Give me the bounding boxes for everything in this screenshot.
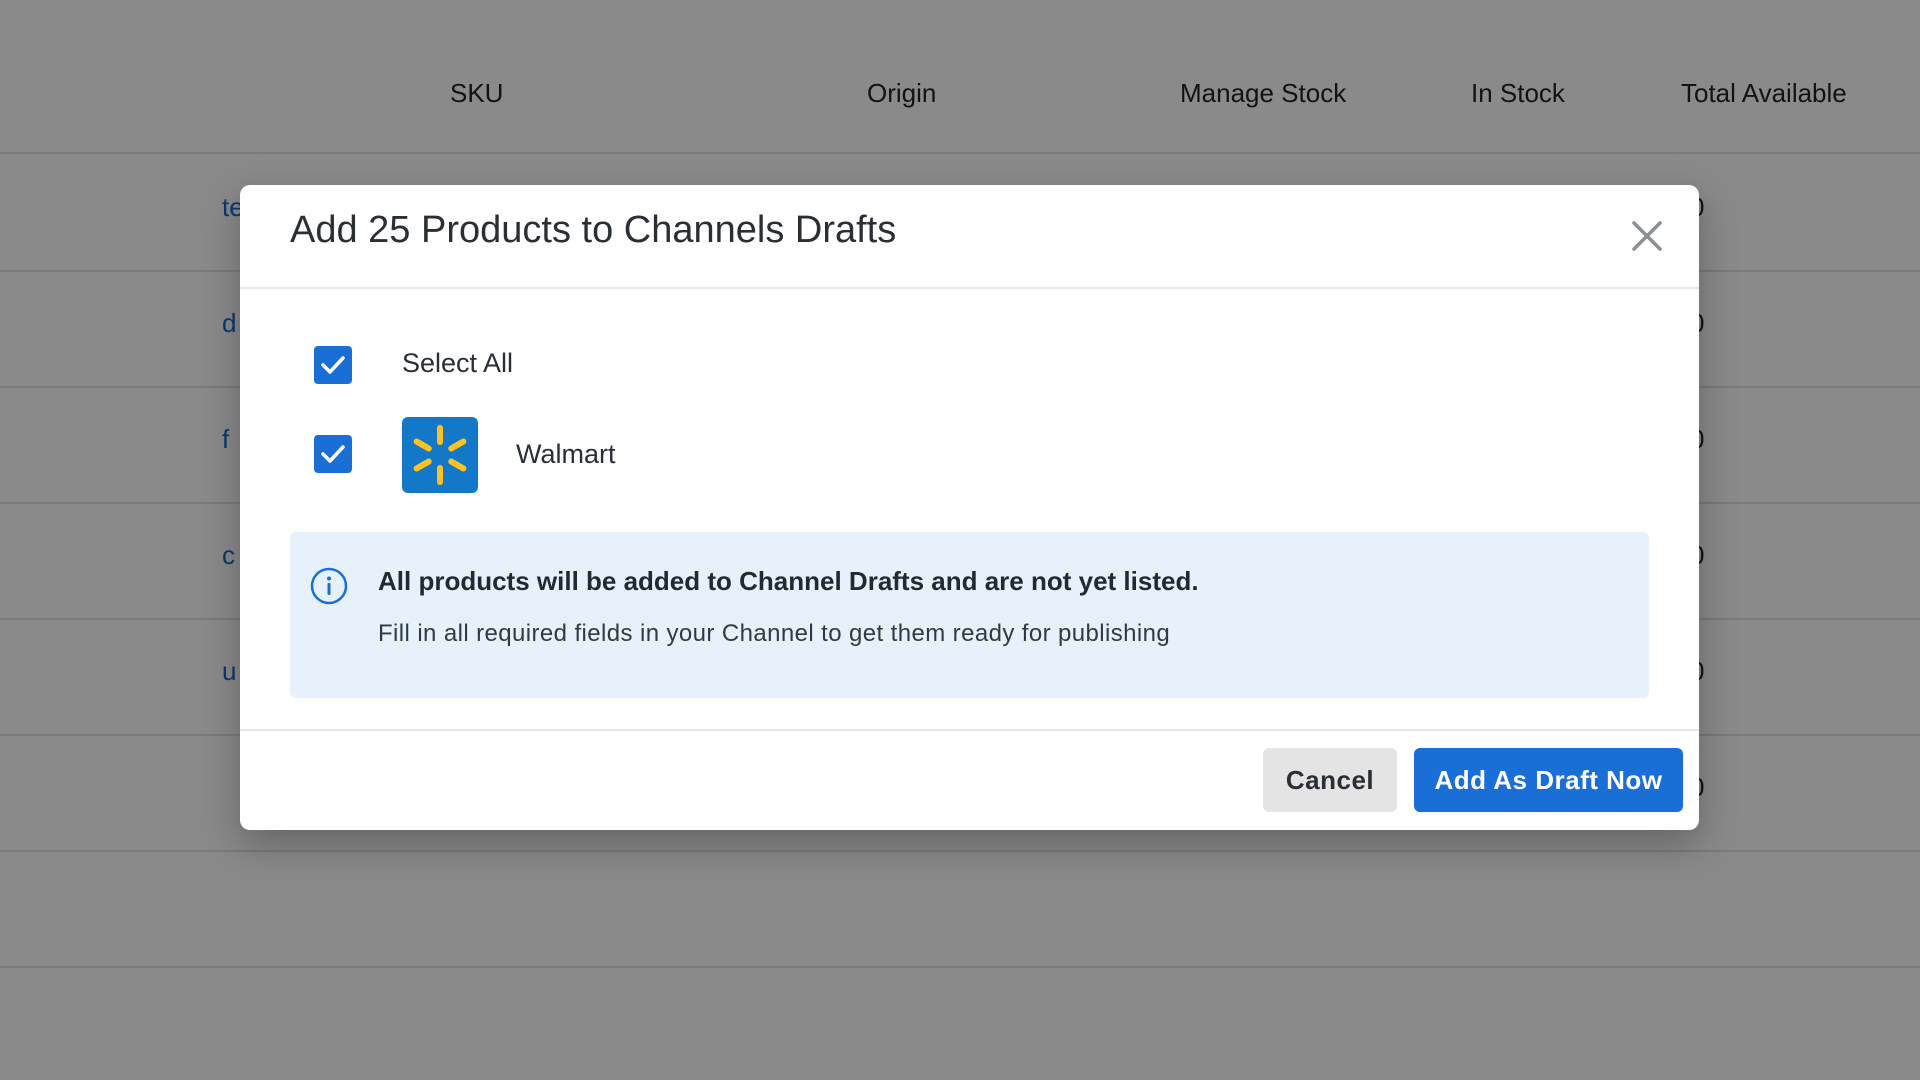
info-banner: All products will be added to Channel Dr… (290, 532, 1649, 698)
select-all-checkbox[interactable] (314, 346, 352, 384)
dialog-title: Add 25 Products to Channels Drafts (290, 209, 897, 251)
dialog-header: Add 25 Products to Channels Drafts (240, 185, 1699, 289)
checkmark-icon (321, 356, 345, 374)
walmart-checkbox[interactable] (314, 435, 352, 473)
add-as-draft-button[interactable]: Add As Draft Now (1414, 748, 1683, 812)
info-icon (309, 566, 349, 606)
close-button[interactable] (1622, 211, 1672, 261)
select-all-label: Select All (402, 348, 514, 378)
dialog-footer: Cancel Add As Draft Now (240, 729, 1699, 832)
walmart-spark-icon (402, 417, 478, 493)
info-title: All products will be added to Channel Dr… (378, 566, 1199, 596)
select-all-row[interactable]: Select All (240, 325, 1699, 405)
channel-name-walmart: Walmart (516, 439, 616, 469)
channel-row-walmart[interactable]: Walmart (240, 412, 1699, 502)
add-to-channels-dialog: Add 25 Products to Channels Drafts Selec… (240, 185, 1699, 830)
cancel-button[interactable]: Cancel (1263, 748, 1397, 812)
info-subtitle: Fill in all required fields in your Chan… (378, 620, 1171, 647)
checkmark-icon (321, 445, 345, 463)
close-icon (1632, 221, 1662, 251)
